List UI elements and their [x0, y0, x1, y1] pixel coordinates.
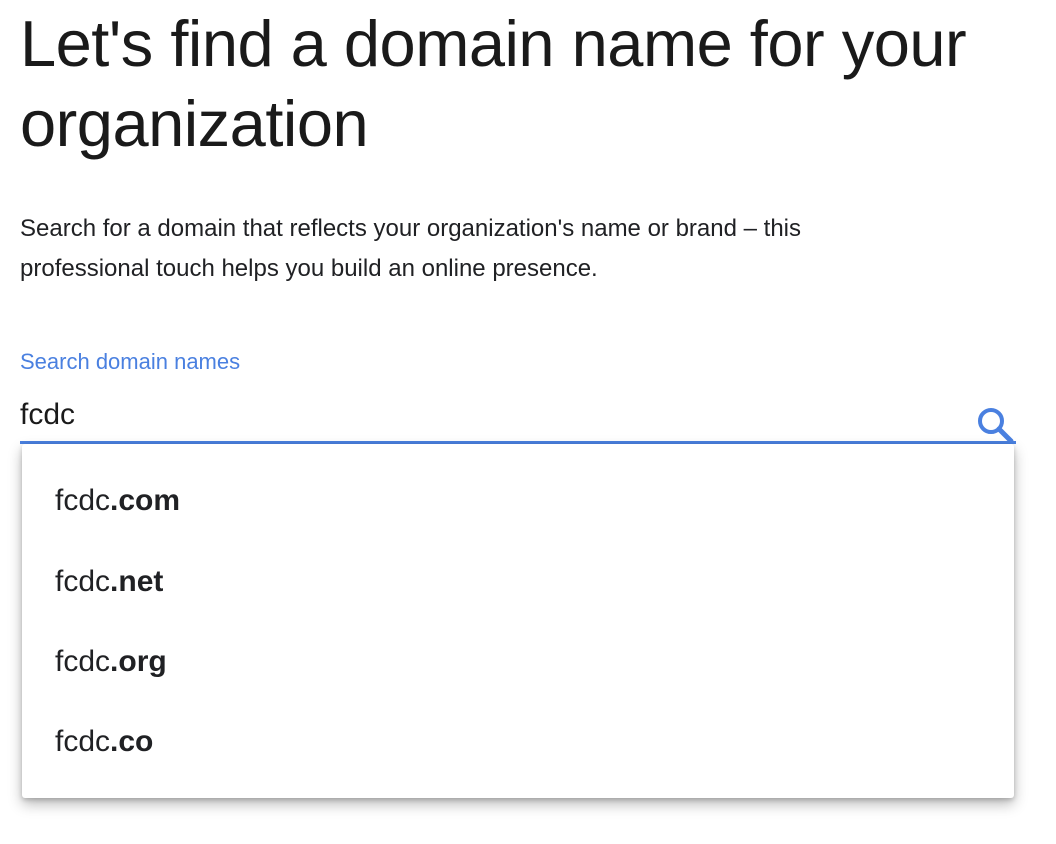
suggestion-item-co[interactable]: fcdc.co [22, 702, 1014, 782]
suggestion-tld: .com [110, 484, 181, 517]
search-field-label: Search domain names [20, 349, 241, 374]
suggestion-name: fcdc [55, 565, 111, 598]
suggestion-tld: .org [110, 645, 167, 678]
suggestion-item-net[interactable]: fcdc.net [22, 542, 1014, 622]
page-title: Let's find a domain name for your organi… [20, 7, 967, 160]
search-field [20, 392, 1016, 444]
domain-suggestions-dropdown: fcdc.com fcdc.net fcdc.org fcdc.co [22, 444, 1014, 798]
suggestion-name: fcdc [55, 645, 111, 678]
suggestion-item-org[interactable]: fcdc.org [22, 622, 1014, 702]
suggestion-tld: .net [110, 565, 164, 598]
search-input[interactable] [20, 392, 960, 438]
suggestion-name: fcdc [55, 725, 111, 758]
domain-search-page: Let's find a domain name for your organi… [0, 0, 1056, 844]
search-icon[interactable] [974, 405, 1016, 445]
suggestion-tld: .co [110, 725, 154, 758]
suggestion-item-com[interactable]: fcdc.com [22, 460, 1014, 542]
page-description: Search for a domain that reflects your o… [20, 215, 801, 282]
suggestion-name: fcdc [55, 484, 111, 517]
